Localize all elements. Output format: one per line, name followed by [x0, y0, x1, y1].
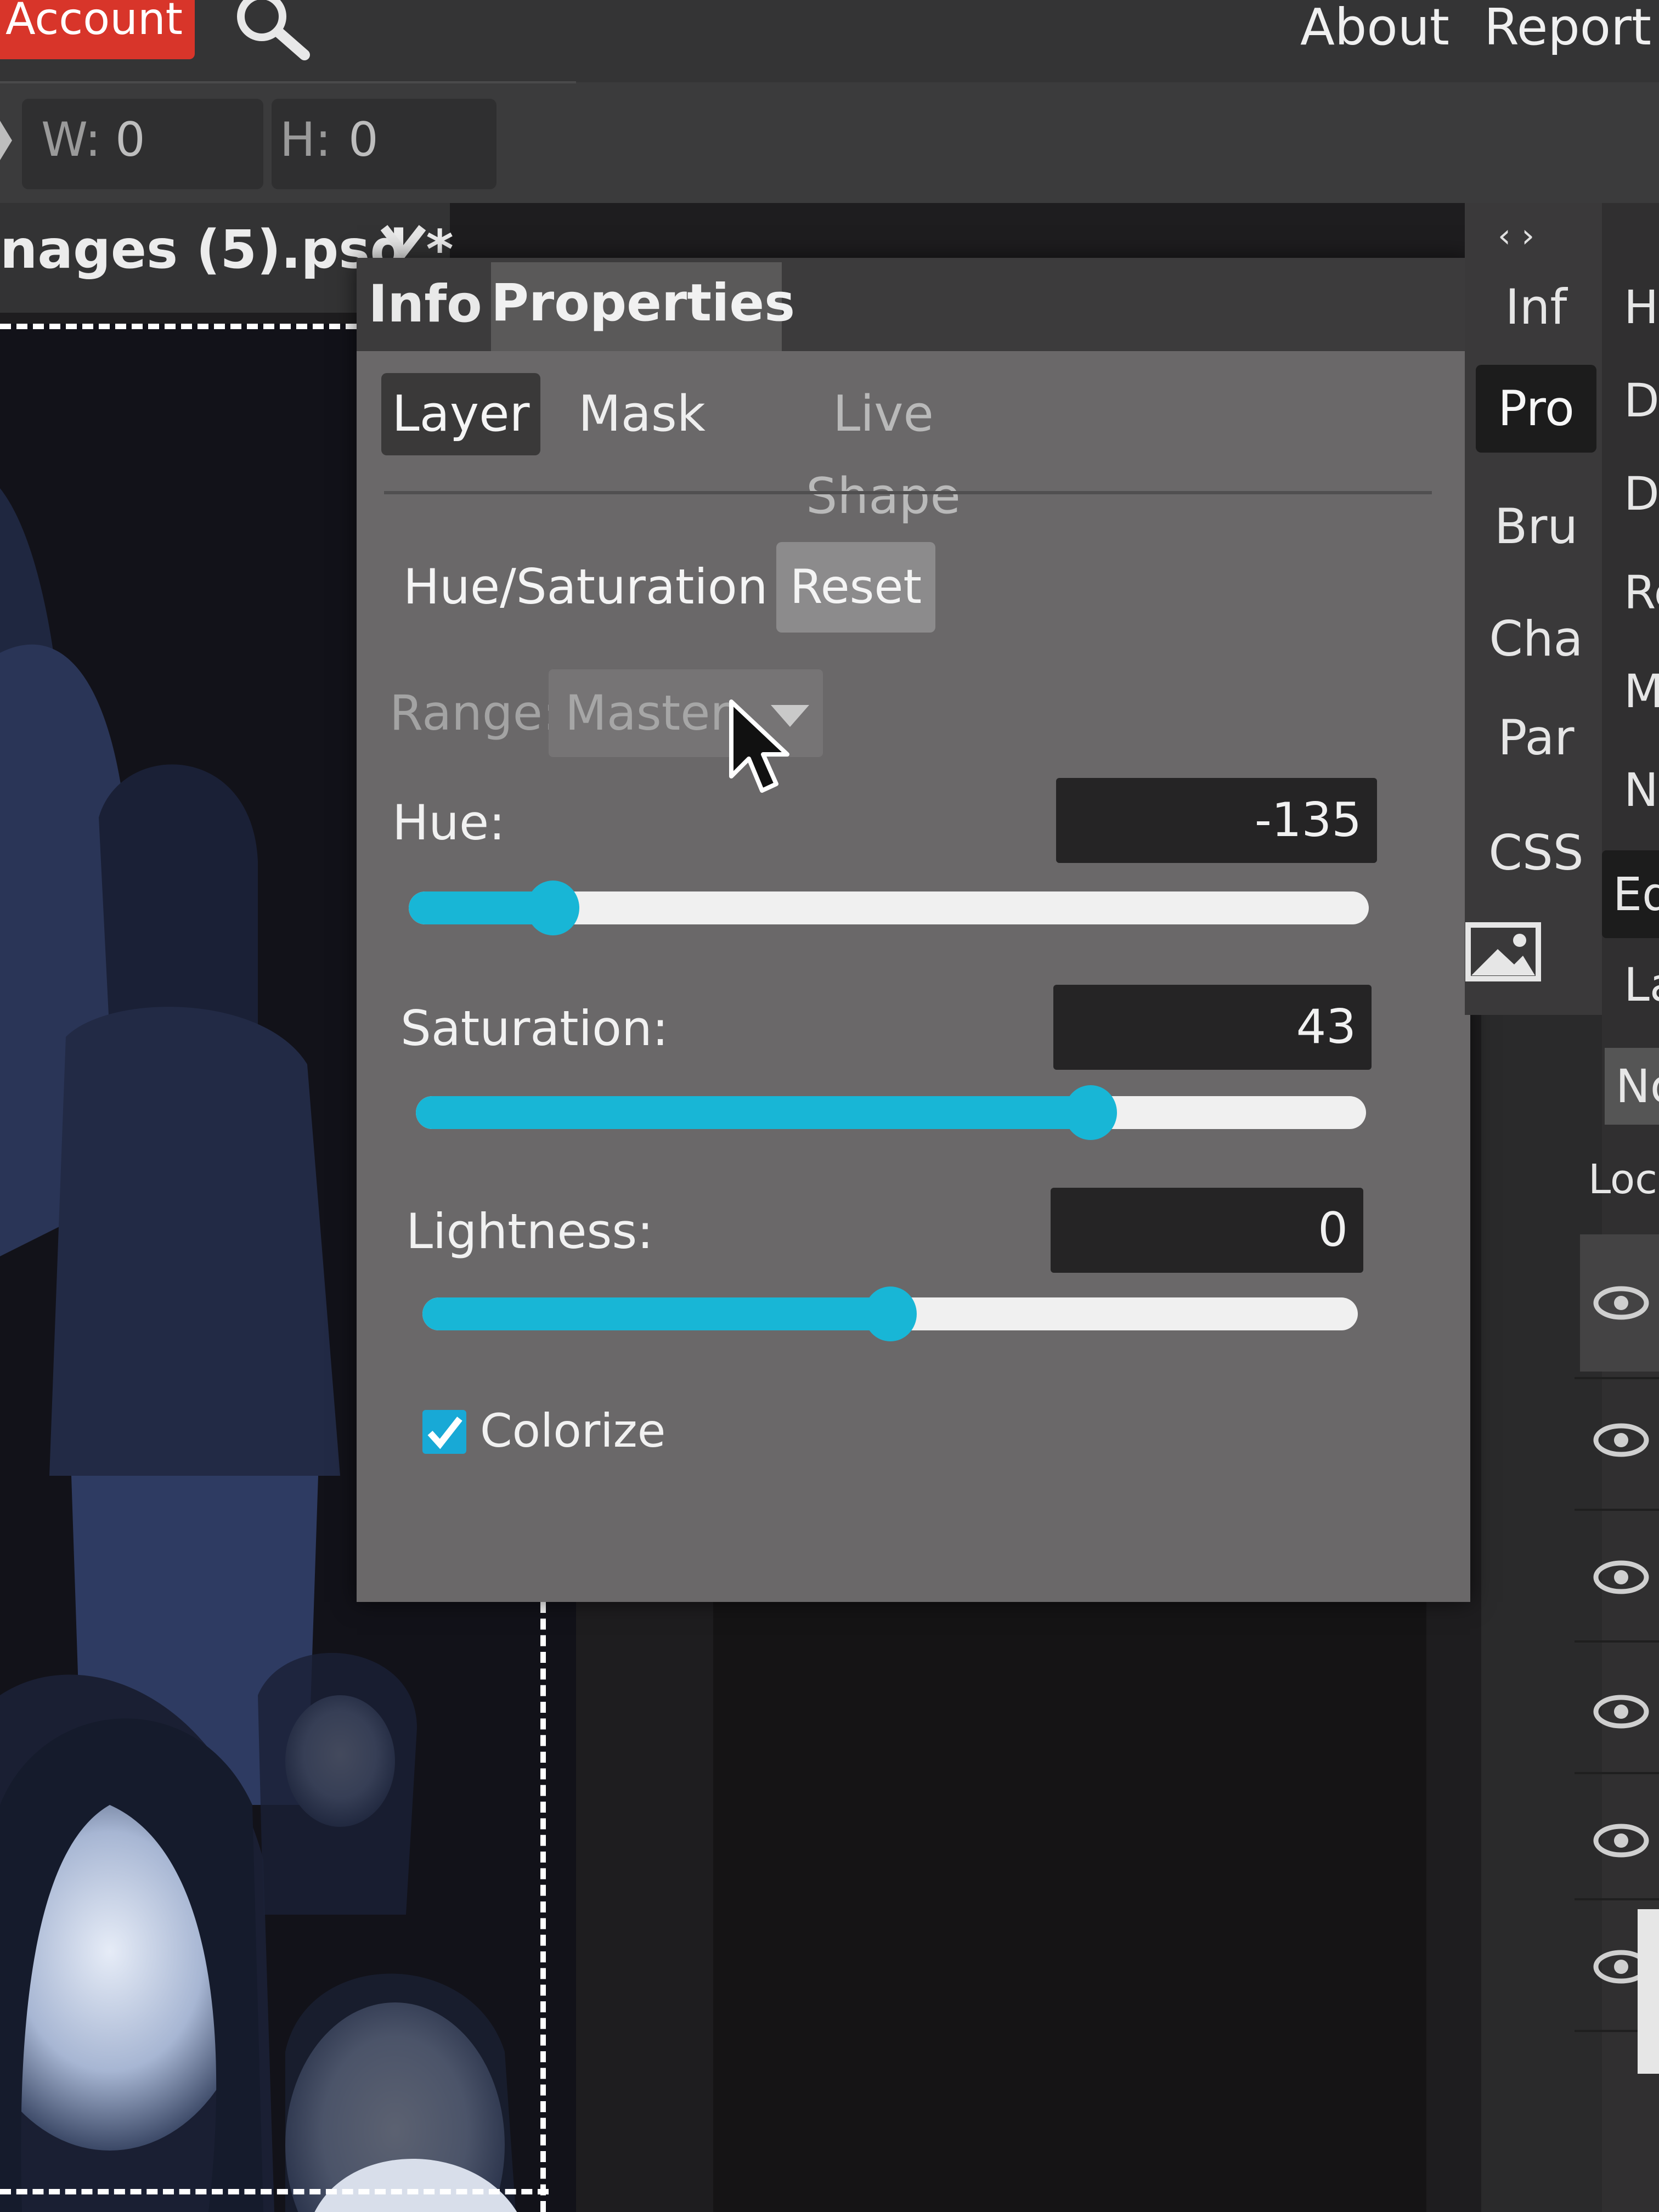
colorize-checkbox[interactable] — [422, 1410, 466, 1454]
lightness-slider-handle[interactable] — [864, 1286, 917, 1341]
strip2-item-layers[interactable]: La — [1624, 952, 1659, 1018]
subtab-divider — [384, 491, 1432, 494]
strip-item-css[interactable]: CSS — [1476, 809, 1596, 897]
search-icon[interactable] — [228, 0, 315, 60]
eye-icon[interactable] — [1591, 1821, 1651, 1860]
saturation-slider[interactable] — [416, 1085, 1366, 1140]
eye-icon[interactable] — [1591, 1421, 1651, 1459]
lightness-slider[interactable] — [422, 1286, 1358, 1341]
eye-icon[interactable] — [1591, 1558, 1651, 1596]
selection-marquee-top — [0, 324, 357, 329]
range-value: Master — [565, 685, 730, 741]
reset-button[interactable]: Reset — [776, 542, 935, 633]
hue-value-input[interactable]: -135 — [1056, 778, 1377, 863]
report-link[interactable]: Report a — [1484, 0, 1659, 55]
strip-item-info[interactable]: Inf — [1476, 263, 1596, 351]
strip2-item-ne[interactable]: Ne — [1624, 757, 1659, 823]
eye-icon[interactable] — [1591, 1692, 1651, 1731]
adjustment-title: Hue/Saturation — [403, 558, 768, 615]
strip-item-paragraph[interactable]: Par — [1476, 694, 1596, 782]
subtab-live-shape[interactable]: Live Shape — [752, 373, 1015, 525]
strip2-item-history[interactable]: H — [1624, 274, 1658, 340]
strip2-item-edit[interactable]: Ed — [1602, 850, 1659, 938]
toolbar-arrow-icon — [0, 121, 12, 160]
strip-item-character[interactable]: Cha — [1476, 595, 1596, 683]
subtab-layer[interactable]: Layer — [381, 373, 540, 455]
width-value[interactable]: 0 — [115, 112, 145, 167]
lightness-label: Lightness: — [406, 1203, 653, 1260]
subtab-mask[interactable]: Mask — [571, 373, 713, 455]
colorize-label: Colorize — [480, 1404, 666, 1458]
strip2-item-d1[interactable]: D — [1624, 368, 1659, 433]
selection-marquee-right — [540, 1602, 546, 2212]
hue-slider-handle[interactable] — [526, 881, 579, 935]
height-value[interactable]: 0 — [348, 112, 379, 167]
width-label: W: — [41, 112, 101, 167]
strip2-item-d2[interactable]: D — [1624, 461, 1659, 527]
saturation-value-input[interactable]: 43 — [1053, 985, 1372, 1070]
lightness-slider-fill — [422, 1297, 890, 1330]
saturation-slider-fill — [416, 1096, 1091, 1129]
about-link[interactable]: About — [1300, 0, 1449, 55]
eye-icon[interactable] — [1591, 1284, 1651, 1322]
saturation-label: Saturation: — [400, 1000, 669, 1057]
image-icon[interactable] — [1465, 922, 1542, 982]
strip-item-properties[interactable]: Pro — [1476, 365, 1596, 453]
tab-info[interactable]: Info — [362, 263, 488, 351]
strip-item-brush[interactable]: Bru — [1476, 483, 1596, 571]
hue-slider[interactable] — [409, 881, 1369, 935]
selection-marquee-bottom — [0, 2189, 549, 2194]
canvas-background — [713, 1591, 1426, 2212]
hue-label: Hue: — [392, 794, 505, 851]
layer-row-divider — [1575, 1898, 1659, 1900]
layer-thumbnail[interactable] — [1638, 1909, 1659, 2074]
chevron-down-icon[interactable] — [379, 219, 428, 263]
strip2-item-re[interactable]: Re — [1624, 560, 1659, 625]
expand-arrows-icon[interactable]: ‹ › — [1498, 217, 1534, 255]
layer-row-divider — [1575, 1772, 1659, 1774]
layer-row-divider — [1575, 1509, 1659, 1511]
saturation-slider-handle[interactable] — [1064, 1085, 1117, 1140]
strip2-item-lock: Loc — [1588, 1156, 1657, 1203]
layer-row-divider — [1575, 1640, 1659, 1643]
account-button[interactable]: Account — [0, 0, 195, 59]
cursor-icon — [727, 699, 793, 798]
toolbar-divider — [0, 81, 576, 83]
strip2-item-normal[interactable]: No — [1605, 1048, 1659, 1125]
height-label: H: — [280, 112, 331, 167]
strip2-item-m[interactable]: M — [1624, 658, 1659, 724]
lightness-value-input[interactable]: 0 — [1051, 1188, 1363, 1273]
tab-properties[interactable]: Properties — [491, 262, 795, 351]
layer-row-divider — [1575, 1377, 1659, 1379]
range-label: Range: — [390, 685, 559, 741]
